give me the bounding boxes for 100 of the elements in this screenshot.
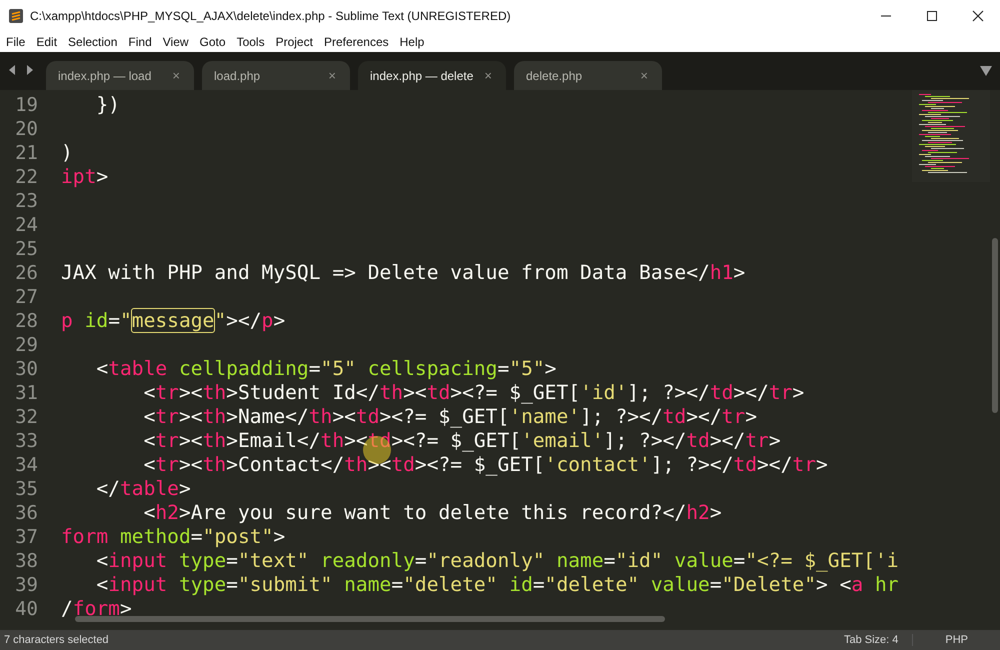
tag-name: input bbox=[108, 573, 168, 596]
attribute-name: value bbox=[650, 573, 710, 596]
string-literal: 'id' bbox=[580, 381, 628, 404]
tag-name: td bbox=[710, 381, 734, 404]
tag-name: tr bbox=[155, 381, 179, 404]
code-text: < bbox=[142, 429, 156, 452]
code-text: < bbox=[142, 501, 156, 524]
menu-item[interactable]: Edit bbox=[36, 34, 58, 48]
code-text: ><?= $_GET[ bbox=[450, 381, 580, 404]
horizontal-scrollbar[interactable] bbox=[75, 616, 665, 622]
string-literal: "delete" bbox=[403, 573, 498, 596]
code-text: ></ bbox=[710, 429, 746, 452]
code-text: < bbox=[142, 381, 156, 404]
code-text: > bbox=[178, 477, 191, 500]
menu-item[interactable]: Preferences bbox=[324, 34, 389, 48]
code-text: = bbox=[604, 549, 616, 572]
code-text: >Email</ bbox=[226, 429, 321, 452]
tag-name: tr bbox=[768, 381, 792, 404]
editor-tab[interactable]: load.php × bbox=[202, 61, 350, 90]
tag-name: h2 bbox=[686, 501, 710, 524]
tag-name: p bbox=[61, 309, 73, 332]
tab-navigation-icon[interactable] bbox=[8, 64, 34, 76]
tab-close-button[interactable]: × bbox=[484, 68, 492, 83]
attribute-name: cellspacing bbox=[366, 357, 498, 380]
line-number: 32 bbox=[14, 405, 39, 429]
line-number: 35 bbox=[14, 477, 39, 501]
string-literal: "text" bbox=[238, 549, 309, 572]
line-number: 28 bbox=[14, 309, 39, 333]
dropdown-icon[interactable] bbox=[980, 66, 992, 76]
close-icon[interactable] bbox=[972, 10, 984, 22]
editor-tab[interactable]: index.php — load × bbox=[46, 61, 194, 90]
code-text: ><?= $_GET[ bbox=[380, 405, 510, 428]
code-text: = bbox=[391, 573, 404, 596]
code-text: = bbox=[226, 549, 238, 572]
code-text: >Contact</ bbox=[226, 453, 344, 476]
attribute-name: readonly bbox=[320, 549, 415, 572]
line-number: 30 bbox=[14, 357, 39, 381]
code-text: >< bbox=[178, 405, 203, 428]
line-number: 37 bbox=[14, 525, 39, 549]
attribute-name: type bbox=[178, 573, 226, 596]
tag-name: tr bbox=[792, 453, 816, 476]
menu-item[interactable]: Help bbox=[400, 34, 424, 48]
tag-name: td bbox=[686, 429, 710, 452]
line-number: 20 bbox=[14, 117, 39, 141]
code-text: = bbox=[532, 573, 545, 596]
code-text: < bbox=[142, 453, 156, 476]
attribute-name: id bbox=[84, 309, 108, 332]
tab-close-button[interactable]: × bbox=[640, 68, 648, 83]
menu-item[interactable]: Goto bbox=[200, 34, 226, 48]
editor-tab[interactable]: index.php — delete × bbox=[358, 61, 506, 90]
maximize-icon[interactable] bbox=[926, 10, 938, 22]
code-text: < bbox=[95, 357, 108, 380]
tab-close-button[interactable]: × bbox=[172, 68, 180, 83]
tag-name: th bbox=[202, 453, 226, 476]
line-number: 26 bbox=[14, 261, 39, 285]
editor-tab[interactable]: delete.php × bbox=[514, 61, 662, 90]
window-title: C:\xampp\htdocs\PHP_MYSQL_AJAX\delete\index.php - Sublime Text (UNREGISTERED) bbox=[30, 8, 511, 22]
menu-item[interactable]: Find bbox=[128, 34, 152, 48]
code-text: </ bbox=[95, 477, 120, 500]
syntax-indicator[interactable]: PHP bbox=[912, 634, 1000, 646]
code-text: >< bbox=[178, 429, 203, 452]
minimap-drawing[interactable] bbox=[912, 90, 990, 182]
search-match: message bbox=[132, 309, 214, 332]
menu-item[interactable]: View bbox=[162, 34, 189, 48]
tag-name: form bbox=[61, 525, 108, 548]
tag-name: h2 bbox=[155, 501, 179, 524]
scrollbar-thumb[interactable] bbox=[992, 238, 998, 413]
line-number: 38 bbox=[14, 549, 39, 573]
tag-name: p bbox=[262, 309, 274, 332]
menu-item[interactable]: Selection bbox=[68, 34, 118, 48]
attribute-name: name bbox=[343, 573, 392, 596]
line-number: 19 bbox=[14, 93, 39, 117]
tag-name: th bbox=[202, 381, 226, 404]
code-text: JAX with PHP and MySQL => Delete value from Data Base</ bbox=[61, 261, 710, 284]
string-literal: "5" bbox=[509, 357, 545, 380]
tab-close-button[interactable]: × bbox=[328, 68, 336, 83]
tag-name: th bbox=[320, 429, 344, 452]
attribute-name: id bbox=[508, 573, 533, 596]
line-number: 29 bbox=[14, 333, 39, 357]
tag-name: th bbox=[202, 429, 226, 452]
line-number: 21 bbox=[14, 141, 39, 165]
code-text: > bbox=[792, 381, 804, 404]
menu-item[interactable]: Project bbox=[276, 34, 313, 48]
string-literal: "post" bbox=[202, 525, 274, 548]
code-text: < bbox=[95, 573, 108, 596]
menu-item[interactable]: Tools bbox=[236, 34, 265, 48]
tab-size-indicator[interactable]: Tab Size: 4 bbox=[830, 634, 912, 646]
attribute-name: method bbox=[118, 525, 191, 548]
tag-name: th bbox=[344, 453, 368, 476]
code-text: >Student Id</ bbox=[226, 381, 380, 404]
line-number: 25 bbox=[14, 237, 39, 261]
code-text: ]; ?></ bbox=[627, 381, 710, 404]
line-number: 31 bbox=[14, 381, 39, 405]
string-literal: "delete" bbox=[544, 573, 640, 596]
attribute-name: name bbox=[555, 549, 604, 572]
tag-name: tr bbox=[155, 405, 179, 428]
menu-item[interactable]: File bbox=[6, 34, 26, 48]
code-text: ]; ?></ bbox=[650, 453, 734, 476]
string-literal: "id" bbox=[615, 549, 663, 572]
attribute-name: cellpadding bbox=[178, 357, 309, 380]
